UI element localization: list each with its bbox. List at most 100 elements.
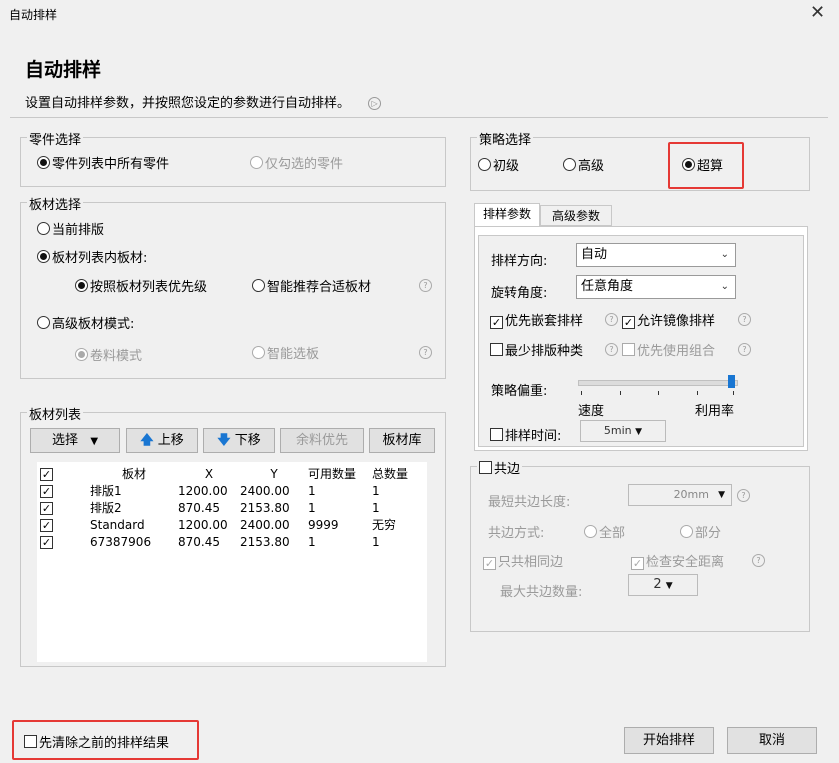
weight-slider-handle[interactable]: [728, 375, 735, 388]
common-edge-label: 共边: [494, 462, 521, 477]
move-down-label: 下移: [234, 433, 261, 448]
nesting-time-select[interactable]: 5min ▼: [580, 420, 666, 442]
sheet-option-advanced[interactable]: 高级板材模式:: [37, 313, 134, 332]
common-edge-checkbox[interactable]: 共边: [477, 458, 523, 477]
table-row[interactable]: ✓ 排版2 870.45 2153.80 1 1: [37, 499, 424, 516]
tab-nesting-params[interactable]: 排样参数: [474, 203, 540, 226]
row-checkbox[interactable]: ✓: [40, 502, 53, 515]
row-checkbox[interactable]: ✓: [40, 485, 53, 498]
help-icon[interactable]: ?: [605, 312, 618, 327]
radio-icon: [682, 158, 695, 171]
row-checkbox[interactable]: ✓: [40, 536, 53, 549]
column-header: 板材: [121, 467, 146, 481]
cell-available: 9999: [308, 517, 339, 532]
strategy-super[interactable]: 超算: [682, 155, 723, 174]
prefer-nested-label: 优先嵌套排样: [505, 314, 584, 329]
table-row[interactable]: ✓ 67387906 870.45 2153.80 1 1: [37, 533, 424, 550]
checkbox-icon: ✓: [483, 557, 496, 570]
strategy-basic-label: 初级: [493, 159, 520, 174]
chevron-down-icon: ▼: [635, 427, 643, 437]
start-nesting-button[interactable]: 开始排样: [624, 727, 714, 754]
table-header: ✓ 板材 X Y 可用数量 总数量: [37, 465, 424, 482]
cell-available: 1: [308, 483, 316, 498]
start-nesting-label: 开始排样: [642, 733, 695, 748]
nesting-time-checkbox[interactable]: 排样时间:: [490, 425, 561, 444]
row-checkbox[interactable]: ✓: [40, 519, 53, 532]
same-edge-only-checkbox: ✓ 只共相同边: [483, 551, 563, 570]
move-up-button[interactable]: 🡅 上移: [126, 428, 198, 453]
info-icon[interactable]: ▷: [368, 97, 382, 110]
strategy-super-label: 超算: [697, 159, 724, 174]
cell-name: 排版2: [90, 501, 122, 515]
allow-mirror-checkbox[interactable]: ✓ 允许镜像排样: [622, 310, 715, 329]
prefer-nested-checkbox[interactable]: ✓ 优先嵌套排样: [490, 310, 583, 329]
direction-value: 自动: [581, 247, 608, 262]
radio-icon: [250, 156, 263, 169]
strategy-advanced[interactable]: 高级: [563, 155, 604, 174]
tab-nesting-params-label: 排样参数: [482, 207, 531, 221]
column-header: 总数量: [372, 467, 409, 481]
slider-tick: [658, 391, 659, 395]
help-icon[interactable]: ?: [605, 342, 618, 357]
cell-total: 1: [372, 500, 380, 515]
weight-slider-track[interactable]: [578, 380, 738, 386]
move-down-button[interactable]: 🡇 下移: [203, 428, 275, 453]
cell-x: 1200.00: [178, 483, 228, 498]
strategy-basic[interactable]: 初级: [478, 155, 519, 174]
sheet-option-smart-recommend[interactable]: 智能推荐合适板材: [252, 276, 371, 295]
min-layout-types-checkbox[interactable]: 最少排版种类: [490, 340, 583, 359]
cell-available: 1: [308, 500, 316, 515]
sheet-library-button[interactable]: 板材库: [369, 428, 435, 453]
table-row[interactable]: ✓ Standard 1200.00 2400.00 9999 无穷: [37, 516, 424, 533]
edge-mode-partial: 部分: [680, 522, 721, 541]
column-header: X: [204, 466, 214, 481]
sheet-option-list[interactable]: 板材列表内板材:: [37, 247, 147, 266]
checkbox-icon: ✓: [622, 316, 635, 329]
sheet-option-current[interactable]: 当前排版: [37, 219, 104, 238]
table-row[interactable]: ✓ 排版1 1200.00 2400.00 1 1: [37, 482, 424, 499]
rotation-label: 旋转角度:: [491, 286, 548, 301]
chevron-down-icon: ▼: [718, 490, 725, 500]
sheet-option-priority[interactable]: 按照板材列表优先级: [75, 276, 207, 295]
subtitle-text: 设置自动排样参数，并按照您设定的参数进行自动排样。: [25, 96, 351, 111]
strategy-label: 策略选择: [477, 129, 534, 148]
help-icon[interactable]: ?: [419, 345, 432, 360]
min-layout-types-label: 最少排版种类: [505, 344, 584, 359]
cell-y: 2400.00: [240, 483, 290, 498]
direction-select[interactable]: 自动 ⌄: [576, 243, 736, 267]
help-icon[interactable]: ?: [419, 278, 432, 293]
prefer-combination-label: 优先使用组合: [637, 344, 716, 359]
sheet-option-advanced-label: 高级板材模式:: [52, 317, 135, 332]
select-dropdown-button[interactable]: 选择 ▼: [30, 428, 120, 453]
radio-icon: [37, 316, 50, 329]
cancel-button[interactable]: 取消: [727, 727, 817, 754]
part-option-all[interactable]: 零件列表中所有零件: [37, 153, 169, 172]
help-icon[interactable]: ?: [738, 312, 751, 327]
cell-total: 无穷: [372, 518, 397, 532]
radio-icon: [37, 222, 50, 235]
chevron-down-icon: ▼: [90, 436, 99, 447]
sheet-table: ✓ 板材 X Y 可用数量 总数量 ✓ 排版1 1200.00 2400.00 …: [37, 462, 427, 662]
rotation-select[interactable]: 任意角度 ⌄: [576, 275, 736, 299]
cell-name: 排版1: [90, 484, 122, 498]
cell-y: 2400.00: [240, 517, 290, 532]
help-icon: ?: [737, 488, 750, 503]
tab-advanced-params[interactable]: 高级参数: [540, 205, 612, 226]
select-all-checkbox[interactable]: ✓: [40, 468, 53, 481]
cell-name: Standard: [90, 517, 145, 532]
slider-tick: [733, 391, 734, 395]
cell-total: 1: [372, 483, 380, 498]
checkbox-icon: [479, 461, 492, 474]
edge-mode-all: 全部: [584, 522, 625, 541]
chevron-down-icon: ⌄: [720, 249, 729, 260]
cell-x: 870.45: [178, 500, 220, 515]
max-count-label: 最大共边数量:: [500, 585, 583, 600]
cell-y: 2153.80: [240, 534, 290, 549]
page-subtitle: 设置自动排样参数，并按照您设定的参数进行自动排样。 ▷: [25, 92, 382, 111]
rotation-value: 任意角度: [581, 279, 634, 294]
sheet-option-smart-select-label: 智能选板: [267, 347, 320, 362]
select-button-label: 选择: [51, 433, 78, 448]
clear-previous-checkbox[interactable]: 先清除之前的排样结果: [24, 732, 169, 751]
help-icon[interactable]: ?: [738, 342, 751, 357]
close-icon[interactable]: ✕: [810, 2, 825, 23]
